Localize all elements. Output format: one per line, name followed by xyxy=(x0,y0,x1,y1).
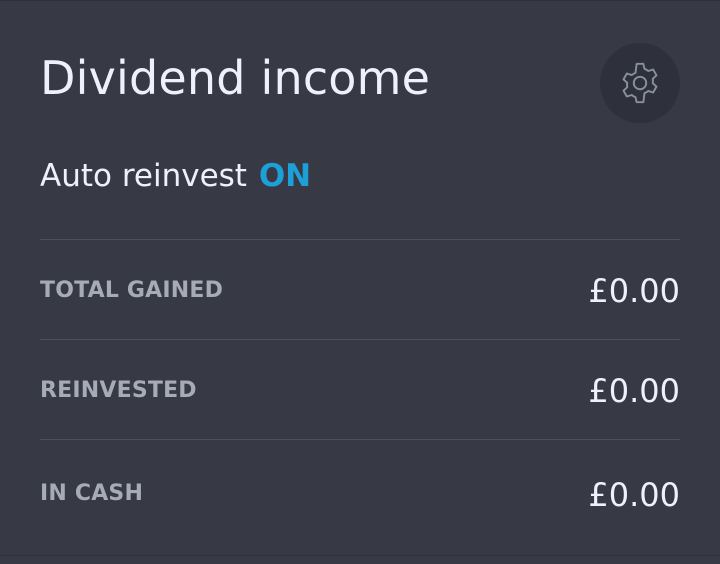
divider xyxy=(40,439,680,440)
total-gained-value: £0.00 xyxy=(588,272,680,310)
card-title: Dividend income xyxy=(40,51,431,105)
gear-icon xyxy=(617,60,663,106)
reinvested-label: REINVESTED xyxy=(40,378,197,403)
card-bottom-border xyxy=(0,555,720,556)
total-gained-label: TOTAL GAINED xyxy=(40,278,224,303)
auto-reinvest-status: Auto reinvest ON xyxy=(40,158,312,195)
dividend-income-card: Dividend income Auto reinvest ON TOTAL G… xyxy=(0,0,720,564)
divider xyxy=(40,339,680,340)
reinvested-value: £0.00 xyxy=(588,372,680,410)
in-cash-label: IN CASH xyxy=(40,481,144,506)
divider xyxy=(40,239,680,240)
auto-reinvest-label: Auto reinvest xyxy=(40,158,247,194)
settings-button[interactable] xyxy=(600,43,680,123)
in-cash-value: £0.00 xyxy=(588,476,680,514)
auto-reinvest-value: ON xyxy=(258,158,312,194)
